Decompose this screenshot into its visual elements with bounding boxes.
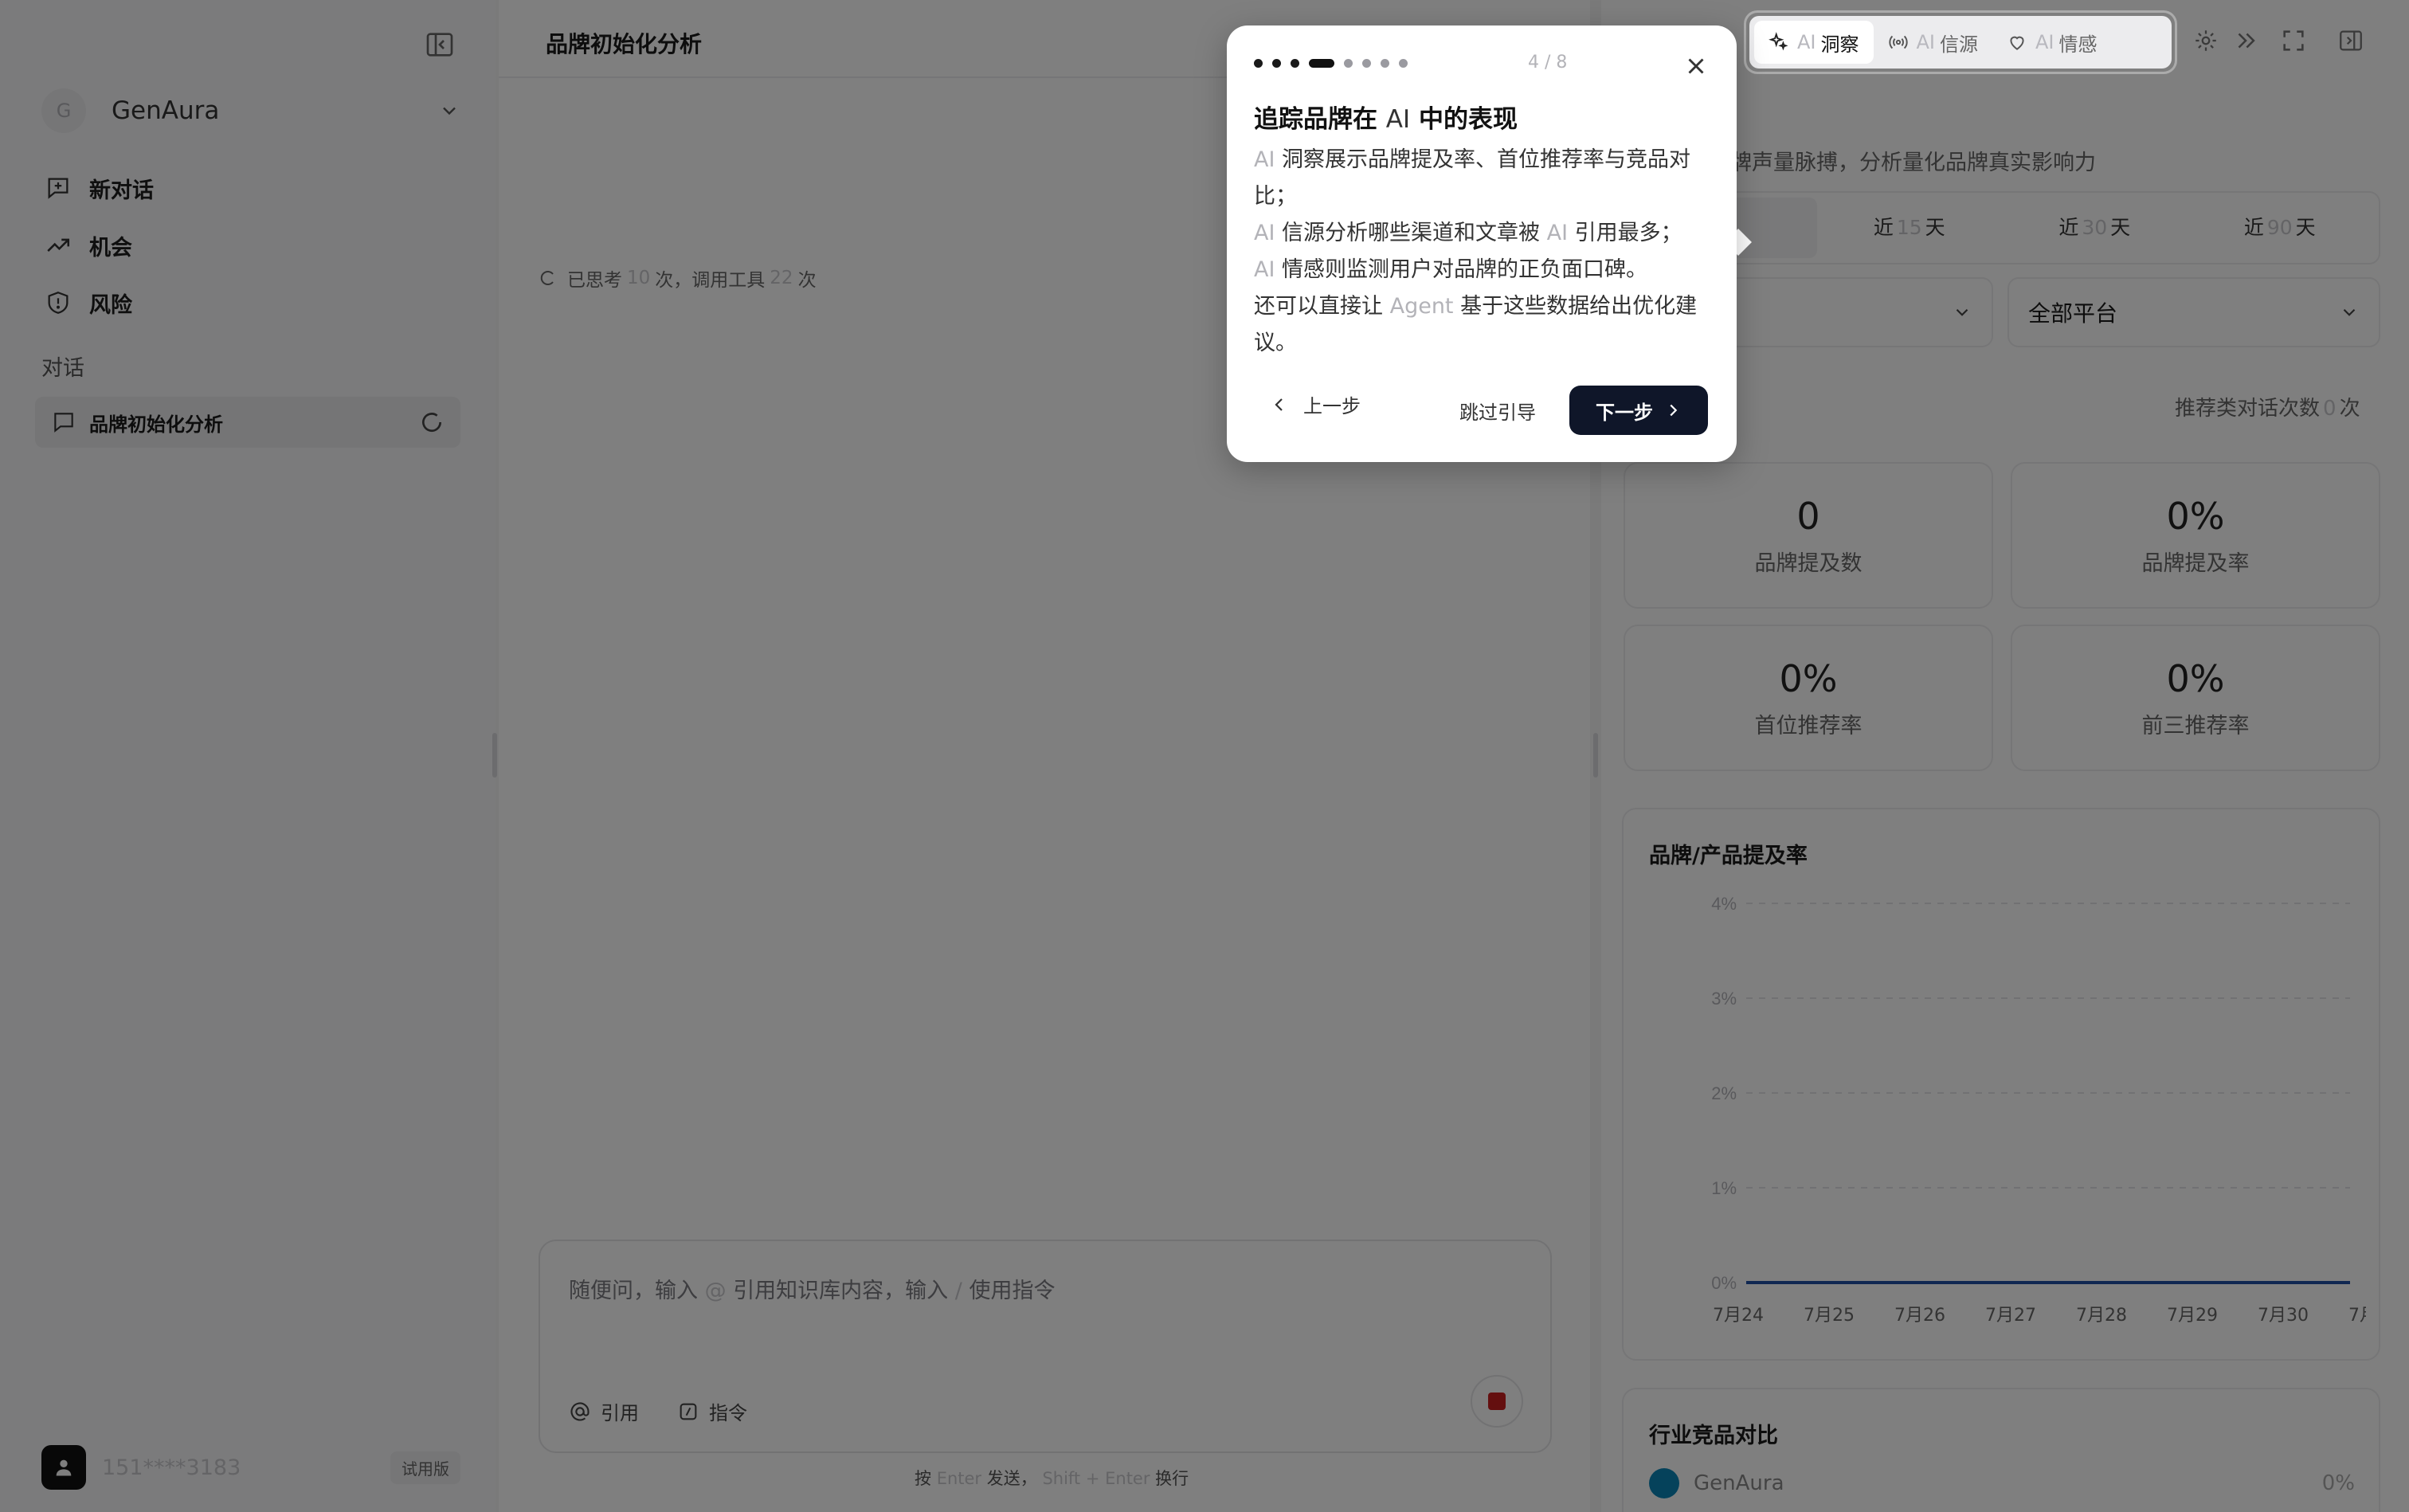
guide-line-text: 洞察展示品牌提及率、首位推荐率与竞品对比； bbox=[1254, 147, 1691, 209]
guide-prev-button[interactable]: 上一步 bbox=[1270, 390, 1361, 418]
guide-line: AI 洞察展示品牌提及率、首位推荐率与竞品对比； bbox=[1254, 142, 1708, 215]
double-chevron-right-icon[interactable] bbox=[2232, 27, 2259, 54]
guide-line-text: 还可以直接让 bbox=[1254, 294, 1383, 319]
progress-dot[interactable] bbox=[1399, 59, 1408, 68]
close-icon[interactable] bbox=[1682, 53, 1710, 80]
guide-line: AI 情感则监测用户对品牌的正负面口碑。 bbox=[1254, 252, 1708, 288]
guide-title-part: 追踪品牌在 bbox=[1254, 105, 1377, 134]
guide-next-button[interactable]: 下一步 bbox=[1569, 386, 1708, 435]
guide-agent-inline: Agent bbox=[1389, 294, 1454, 319]
guide-prev-label: 上一步 bbox=[1303, 395, 1361, 417]
guide-title: 追踪品牌在 AI 中的表现 bbox=[1254, 99, 1518, 135]
fullscreen-icon[interactable] bbox=[2280, 27, 2307, 54]
guide-title-part: 中的表现 bbox=[1418, 105, 1518, 134]
guide-title-ai: AI bbox=[1385, 105, 1411, 134]
progress-dot[interactable] bbox=[1254, 59, 1263, 68]
guide-line: 还可以直接让 Agent 基于这些数据给出优化建议。 bbox=[1254, 288, 1708, 362]
guide-progress-dots bbox=[1254, 59, 1417, 68]
chevron-left-icon bbox=[1275, 398, 1283, 411]
guide-line-text: 引用最多； bbox=[1574, 221, 1682, 245]
guide-line-text: 信源分析哪些渠道和文章被 bbox=[1282, 221, 1541, 245]
progress-dot[interactable] bbox=[1362, 59, 1371, 68]
guide-body: AI 洞察展示品牌提及率、首位推荐率与竞品对比； AI 信源分析哪些渠道和文章被… bbox=[1254, 142, 1708, 362]
progress-dot[interactable] bbox=[1344, 59, 1353, 68]
guide-spotlight bbox=[1746, 13, 2175, 72]
progress-dot[interactable] bbox=[1291, 59, 1299, 68]
progress-dot-current[interactable] bbox=[1309, 59, 1334, 68]
guide-skip-button[interactable]: 跳过引导 bbox=[1459, 397, 1536, 425]
guide-ai-prefix: AI bbox=[1254, 221, 1275, 245]
guide-step-counter: 4 / 8 bbox=[1528, 53, 1568, 72]
guide-line-text: 情感则监测用户对品牌的正负面口碑。 bbox=[1282, 257, 1648, 282]
progress-dot[interactable] bbox=[1272, 59, 1281, 68]
guide-next-label: 下一步 bbox=[1596, 401, 1653, 424]
panel-toggle-icon[interactable] bbox=[2337, 27, 2364, 54]
guide-ai-prefix: AI bbox=[1254, 147, 1275, 172]
chevron-right-icon bbox=[1670, 404, 1678, 417]
progress-dot[interactable] bbox=[1381, 59, 1389, 68]
guide-overlay[interactable] bbox=[0, 0, 2409, 1512]
guide-line: AI 信源分析哪些渠道和文章被 AI 引用最多； bbox=[1254, 215, 1708, 252]
guide-ai-prefix: AI bbox=[1254, 257, 1275, 282]
settings-icon[interactable] bbox=[2192, 27, 2219, 54]
guide-ai-inline: AI bbox=[1546, 221, 1569, 245]
